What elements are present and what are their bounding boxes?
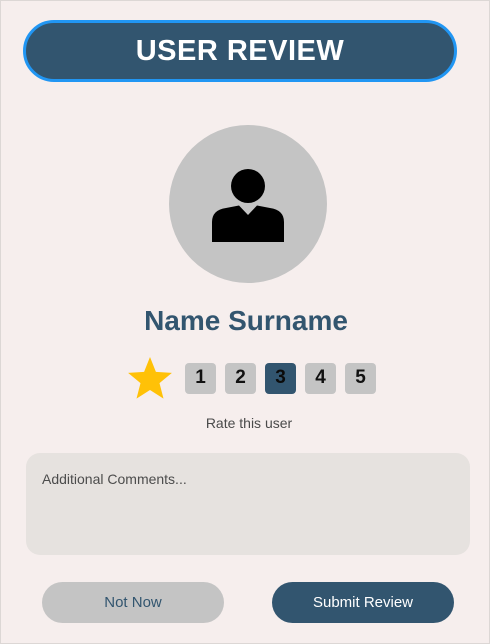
page-title-label: USER REVIEW [135,34,345,67]
star-icon [128,357,172,399]
rating-option-1[interactable]: 1 [185,362,216,394]
rating-label: Rate this user [205,415,293,431]
rating-selector: 1 2 3 4 5 [127,355,385,401]
not-now-button-label: Not Now [104,594,162,611]
user-silhouette-icon [212,169,284,242]
avatar [169,125,327,283]
rating-option-4[interactable]: 4 [305,362,336,394]
rating-option-2[interactable]: 2 [225,362,256,394]
submit-review-button-label: Submit Review [312,594,414,611]
submit-review-button[interactable]: Submit Review [272,582,454,623]
review-screen: USER REVIEW Name Surname 1 2 3 4 5 Rate … [0,0,490,644]
rating-option-3[interactable]: 3 [265,362,296,394]
rating-option-5[interactable]: 5 [345,362,376,394]
user-name: Name Surname [144,305,348,336]
not-now-button[interactable]: Not Now [42,582,224,623]
page-title: USER REVIEW [23,20,457,82]
comments-field[interactable] [26,453,470,555]
